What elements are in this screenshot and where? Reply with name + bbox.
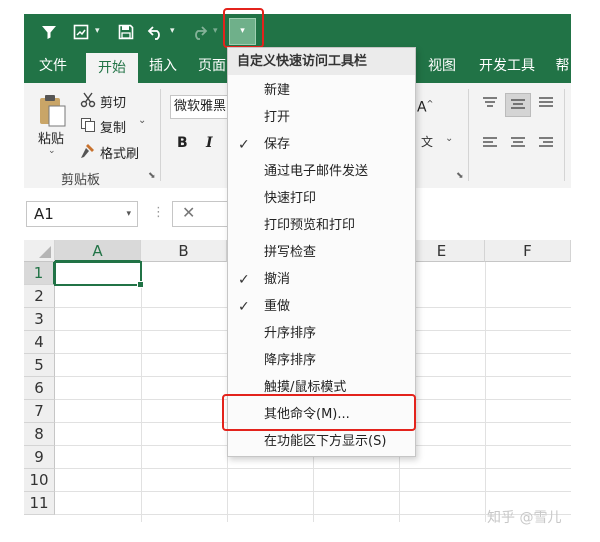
menu-item-sort-asc[interactable]: 升序排序	[228, 321, 415, 347]
italic-button[interactable]: I	[206, 135, 213, 151]
formula-controls: ✕	[172, 201, 232, 227]
watermark: 知乎 @雪儿	[487, 510, 562, 526]
paste-label[interactable]: 粘贴	[38, 128, 64, 147]
bold-button[interactable]: B	[177, 135, 188, 151]
menu-item-redo[interactable]: ✓ 重做	[228, 294, 415, 320]
column-header[interactable]: B	[141, 240, 227, 262]
tab-insert[interactable]: 插入	[141, 49, 185, 83]
grid-line	[55, 491, 571, 492]
cut-icon[interactable]	[80, 92, 96, 112]
row-header[interactable]: 7	[24, 400, 55, 423]
phonetic-icon[interactable]: 文	[421, 133, 433, 150]
group-divider	[468, 89, 469, 181]
align-top-icon[interactable]	[482, 97, 498, 113]
name-box-value: A1	[34, 205, 54, 223]
row-header[interactable]: 8	[24, 423, 55, 446]
font-name-box[interactable]: 微软雅黑	[170, 95, 230, 119]
grid-line	[485, 262, 486, 522]
selected-cell[interactable]	[54, 261, 144, 288]
chevron-down-icon[interactable]: ▾	[126, 202, 131, 226]
highlight-box-more-commands	[222, 394, 416, 431]
tab-view[interactable]: 视图	[420, 49, 464, 83]
check-icon: ✓	[238, 299, 250, 315]
group-divider	[160, 89, 161, 181]
tab-file[interactable]: 文件	[28, 49, 78, 83]
dialog-launcher-icon[interactable]: ⬊	[456, 171, 464, 181]
cancel-icon[interactable]: ✕	[182, 203, 195, 222]
grid-line	[55, 468, 571, 469]
align-center-icon[interactable]	[510, 137, 526, 153]
menu-item-undo[interactable]: ✓ 撤消	[228, 267, 415, 293]
redo-icon[interactable]	[188, 14, 210, 49]
menu-item-save[interactable]: ✓ 保存	[228, 132, 415, 158]
row-header[interactable]: 10	[24, 469, 55, 492]
check-icon: ✓	[238, 272, 250, 288]
column-header[interactable]: A	[55, 240, 141, 262]
menu-item-quick-print[interactable]: 快速打印	[228, 186, 415, 212]
clipboard-group-label: 剪贴板	[61, 173, 101, 188]
tab-page-layout[interactable]: 页面	[192, 49, 232, 83]
align-left-icon[interactable]	[482, 137, 498, 153]
row-header[interactable]: 3	[24, 308, 55, 331]
align-bottom-icon[interactable]	[538, 97, 554, 113]
dialog-launcher-icon[interactable]: ⬊	[148, 171, 156, 181]
align-right-icon[interactable]	[538, 137, 554, 153]
menu-item-show-below-ribbon[interactable]: 在功能区下方显示(S)	[228, 429, 415, 455]
paste-icon[interactable]	[37, 93, 67, 131]
highlight-box-top	[223, 8, 264, 48]
menu-item-new[interactable]: 新建	[228, 78, 415, 104]
undo-icon[interactable]	[145, 14, 167, 49]
quick-access-toolbar: ▾ ▾ ▾ ▾	[24, 14, 571, 49]
tab-developer[interactable]: 开发工具	[472, 49, 542, 83]
menu-item-sort-desc[interactable]: 降序排序	[228, 348, 415, 374]
column-header[interactable]: F	[485, 240, 571, 262]
chevron-down-icon[interactable]: ⌄	[445, 133, 453, 144]
row-header[interactable]: 11	[24, 492, 55, 515]
save-icon[interactable]	[115, 14, 137, 49]
increase-font-icon[interactable]: A^	[417, 99, 433, 116]
row-header[interactable]: 5	[24, 354, 55, 377]
chevron-down-icon[interactable]: ▾	[170, 14, 175, 49]
format-painter-icon[interactable]	[80, 143, 96, 163]
chevron-down-icon[interactable]: ⌄	[48, 146, 56, 156]
row-header[interactable]: 4	[24, 331, 55, 354]
align-middle-button[interactable]	[505, 93, 531, 117]
fill-handle[interactable]	[137, 281, 144, 288]
menu-item-print-preview[interactable]: 打印预览和打印	[228, 213, 415, 239]
chevron-down-icon[interactable]: ▾	[213, 14, 218, 49]
copy-icon[interactable]	[80, 117, 96, 137]
row-header[interactable]: 6	[24, 377, 55, 400]
row-header[interactable]: 1	[24, 262, 55, 285]
cut-label[interactable]: 剪切	[100, 92, 126, 111]
menu-item-open[interactable]: 打开	[228, 105, 415, 131]
menu-item-email[interactable]: 通过电子邮件发送	[228, 159, 415, 185]
more-icon: ⋮	[152, 205, 165, 220]
name-box[interactable]: A1 ▾	[26, 201, 138, 227]
format-painter-label[interactable]: 格式刷	[100, 143, 139, 162]
filter-icon[interactable]	[38, 14, 60, 49]
copy-label[interactable]: 复制	[100, 117, 126, 136]
row-header[interactable]: 2	[24, 285, 55, 308]
check-icon: ✓	[238, 137, 250, 153]
tab-help[interactable]: 帮	[554, 49, 571, 83]
select-all-corner[interactable]	[24, 240, 55, 262]
chevron-down-icon[interactable]: ⌄	[138, 115, 146, 126]
menu-item-spelling[interactable]: 拼写检查	[228, 240, 415, 266]
row-header[interactable]: 9	[24, 446, 55, 469]
chevron-down-icon[interactable]: ▾	[95, 14, 100, 49]
menu-title: 自定义快速访问工具栏	[228, 48, 415, 75]
grid-line	[141, 262, 142, 522]
group-divider	[564, 89, 565, 181]
form-icon[interactable]	[70, 14, 92, 49]
tab-home[interactable]: 开始	[86, 53, 138, 83]
